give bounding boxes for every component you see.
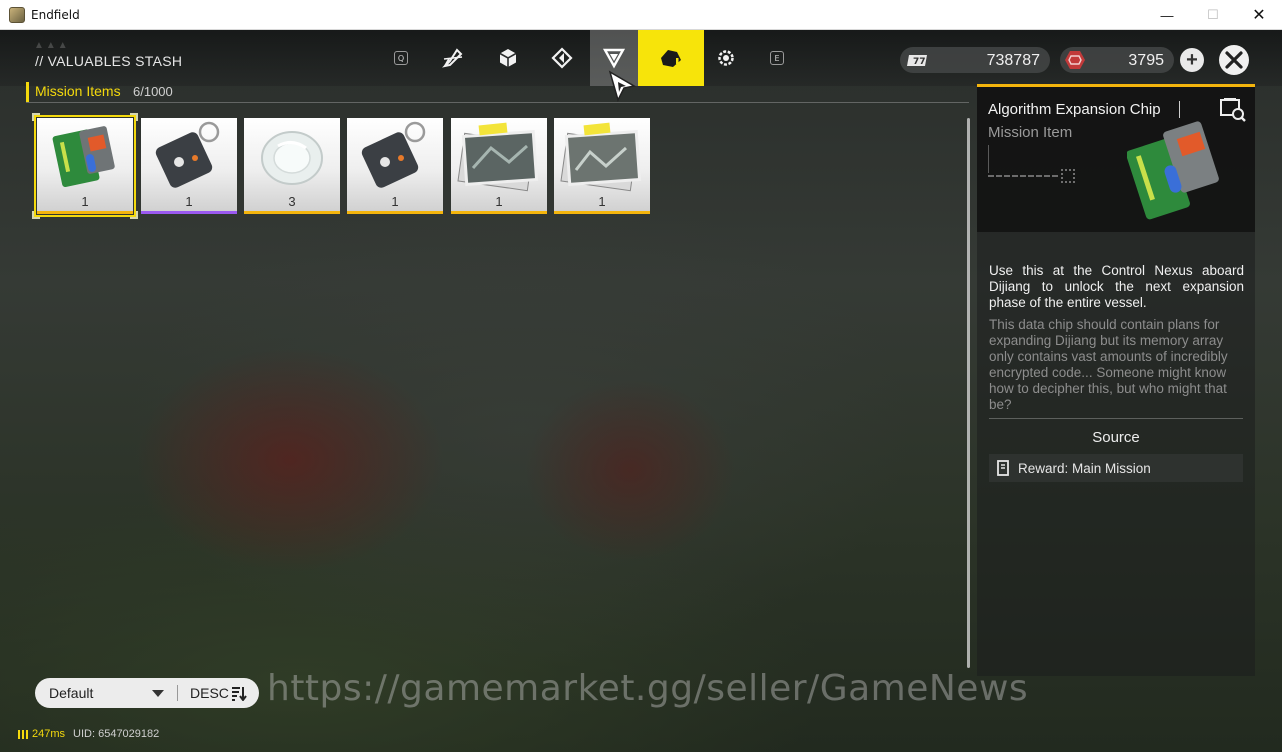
- item-type: Mission Item: [988, 124, 1073, 141]
- currency-ticket[interactable]: 77 738787: [900, 47, 1050, 73]
- selection-corner: [130, 211, 138, 219]
- close-stash-button[interactable]: [1219, 45, 1249, 75]
- selection-corner: [130, 113, 138, 121]
- photos-icon: [457, 122, 539, 192]
- item-slot[interactable]: 1: [451, 118, 547, 214]
- data-chip-icon: [52, 126, 115, 188]
- cube-icon: [499, 49, 517, 67]
- source-title: Source: [1092, 429, 1140, 446]
- app-icon: [9, 7, 25, 23]
- game-viewport: ▲▲▲ // VALUABLES STASH Q E 77 738787 379…: [0, 30, 1282, 752]
- window-close-button[interactable]: ✕: [1236, 0, 1282, 30]
- tab-mission-items[interactable]: [638, 30, 704, 86]
- currency-origeometry[interactable]: 3795: [1060, 47, 1174, 73]
- item-description: Use this at the Control Nexus aboard Dij…: [989, 263, 1244, 310]
- sort-select[interactable]: Default: [49, 685, 93, 701]
- photos-icon: [560, 122, 642, 192]
- tab-equipment[interactable]: [545, 30, 579, 86]
- ticket-amount: 738787: [986, 52, 1040, 69]
- item-quantity: 1: [185, 194, 193, 209]
- pen-tool-icon: [442, 48, 463, 68]
- item-slot[interactable]: 1: [554, 118, 650, 214]
- minimize-button[interactable]: —: [1144, 0, 1190, 30]
- signal-icon: [18, 729, 28, 739]
- item-quantity: 1: [598, 194, 606, 209]
- next-tab-key-hint[interactable]: E: [770, 51, 784, 65]
- rarity-bar: [141, 211, 237, 214]
- origeometry-amount: 3795: [1128, 52, 1164, 69]
- ping-value: 247ms: [32, 728, 66, 740]
- rarity-bar: [451, 211, 547, 214]
- tab-materials[interactable]: [492, 30, 524, 86]
- origeometry-icon: [1065, 51, 1085, 69]
- rarity-bar: [244, 211, 340, 214]
- gear-icon: [718, 50, 734, 66]
- tab-other[interactable]: [710, 30, 742, 86]
- svg-text:77: 77: [913, 57, 926, 67]
- item-slot[interactable]: 3: [244, 118, 340, 214]
- source-entry[interactable]: Reward: Main Mission: [989, 454, 1243, 482]
- item-flavor-text: This data chip should contain plans for …: [989, 317, 1228, 412]
- diamond-arrow-icon: [551, 47, 573, 69]
- item-detail-panel: Algorithm Expansion Chip Mission Item Us…: [977, 84, 1255, 676]
- keytag-icon: [155, 121, 220, 188]
- source-entry-label: Reward: Main Mission: [1018, 461, 1151, 476]
- item-preview-image: [1127, 121, 1219, 220]
- category-divider: [26, 102, 969, 103]
- rarity-bar: [37, 211, 133, 214]
- category-count: 6/1000: [133, 84, 173, 99]
- prev-tab-key-hint[interactable]: Q: [394, 51, 408, 65]
- status-bar: 247ms UID: 6547029182: [18, 728, 159, 740]
- sort-divider: [177, 685, 178, 701]
- category-indicator: [26, 82, 29, 102]
- qr-mark-icon: [1061, 169, 1075, 183]
- window-titlebar: Endfield — ☐ ✕: [0, 0, 1282, 30]
- ticket-icon: 77: [907, 55, 927, 67]
- rarity-bar: [554, 211, 650, 214]
- sort-order-icon[interactable]: [231, 686, 247, 701]
- item-quantity: 1: [391, 194, 399, 209]
- source-divider: [989, 418, 1243, 419]
- sort-order-button[interactable]: DESC: [190, 685, 229, 701]
- logo-mark: ▲▲▲: [34, 40, 70, 51]
- item-slot[interactable]: 1: [347, 118, 443, 214]
- rarity-bar: [347, 211, 443, 214]
- item-list-scrollbar[interactable]: [967, 118, 970, 668]
- barcode-strip: [988, 175, 1058, 177]
- item-quantity: 1: [495, 194, 503, 209]
- tab-weapon-tools[interactable]: [436, 30, 470, 86]
- item-quantity: 3: [288, 194, 296, 209]
- chevron-down-icon[interactable]: [152, 690, 164, 697]
- triangle-icon: [602, 48, 626, 69]
- add-currency-button[interactable]: +: [1180, 48, 1204, 72]
- keytag-icon: [361, 121, 426, 188]
- user-id: UID: 6547029182: [73, 728, 160, 740]
- close-icon: [1225, 51, 1243, 69]
- section-title: // VALUABLES STASH: [35, 53, 183, 69]
- item-detail-header: Algorithm Expansion Chip Mission Item: [977, 84, 1255, 232]
- selection-corner: [32, 211, 40, 219]
- mission-scroll-icon: [997, 460, 1009, 476]
- crystal-icon: [261, 131, 323, 185]
- cursor-icon: [608, 70, 637, 103]
- item-slot[interactable]: 1: [141, 118, 237, 214]
- category-label: Mission Items: [35, 83, 121, 99]
- item-slot[interactable]: 1: [32, 113, 138, 219]
- watermark-url: https://gamemarket.gg/seller/GameNews: [267, 668, 1029, 709]
- item-quantity: 1: [81, 194, 89, 209]
- selection-corner: [32, 113, 40, 121]
- maximize-button[interactable]: ☐: [1190, 0, 1236, 30]
- mission-box-icon: [661, 50, 681, 67]
- detail-tick: [988, 145, 989, 173]
- window-title: Endfield: [31, 8, 80, 22]
- sort-control: Default DESC: [35, 678, 259, 708]
